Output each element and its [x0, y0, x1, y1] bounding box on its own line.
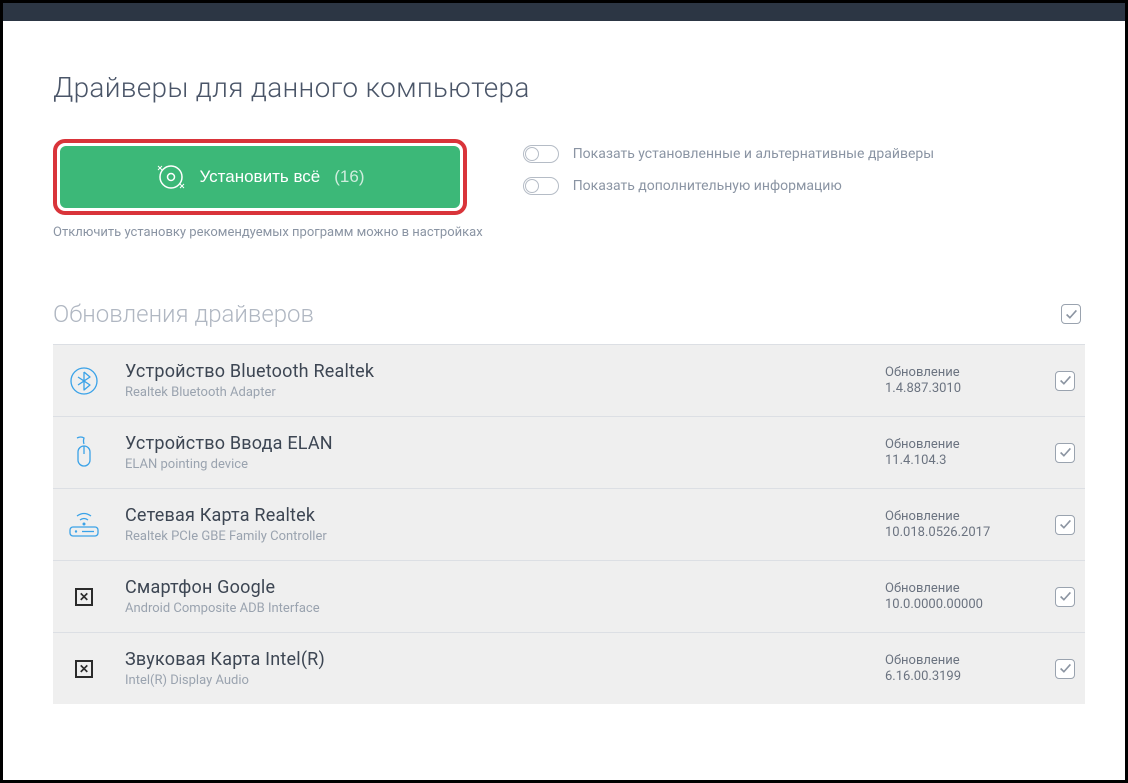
- select-all-checkbox[interactable]: [1061, 304, 1081, 324]
- driver-list: Устройство Bluetooth Realtek Realtek Blu…: [53, 344, 1085, 704]
- driver-checkbox[interactable]: [1055, 371, 1075, 391]
- toggles-group: Показать установленные и альтернативные …: [523, 139, 934, 195]
- update-label: Обновление: [885, 509, 1035, 524]
- window-top-bar: [3, 3, 1125, 21]
- driver-checkbox[interactable]: [1055, 515, 1075, 535]
- driver-update: Обновление 6.16.00.3199: [885, 653, 1035, 684]
- unknown-device-icon: ✕: [63, 660, 105, 678]
- driver-subtitle: Realtek Bluetooth Adapter: [125, 385, 865, 400]
- page-title: Драйверы для данного компьютера: [53, 71, 1085, 104]
- install-area: Установить всё (16) Отключить установку …: [53, 139, 483, 240]
- update-version: 6.16.00.3199: [885, 669, 1035, 684]
- toggle-label: Показать дополнительную информацию: [573, 178, 842, 194]
- section-title: Обновления драйверов: [53, 300, 314, 328]
- driver-row[interactable]: Устройство Ввода ELAN ELAN pointing devi…: [53, 416, 1085, 488]
- driver-title: Сетевая Карта Realtek: [125, 505, 865, 526]
- driver-info: Устройство Ввода ELAN ELAN pointing devi…: [125, 433, 865, 472]
- driver-info: Устройство Bluetooth Realtek Realtek Blu…: [125, 361, 865, 400]
- install-hint: Отключить установку рекомендуемых програ…: [53, 225, 483, 240]
- update-version: 10.018.0526.2017: [885, 525, 1035, 540]
- driver-checkbox[interactable]: [1055, 659, 1075, 679]
- driver-update: Обновление 11.4.104.3: [885, 437, 1035, 468]
- driver-update: Обновление 10.018.0526.2017: [885, 509, 1035, 540]
- update-version: 1.4.887.3010: [885, 381, 1035, 396]
- update-version: 11.4.104.3: [885, 453, 1035, 468]
- update-label: Обновление: [885, 653, 1035, 668]
- driver-title: Смартфон Google: [125, 577, 865, 598]
- mouse-icon: [63, 436, 105, 470]
- driver-info: Звуковая Карта Intel(R) Intel(R) Display…: [125, 649, 865, 688]
- install-all-button[interactable]: Установить всё (16): [60, 146, 460, 208]
- app-frame: Драйверы для данного компьютера: [0, 0, 1128, 783]
- driver-title: Устройство Bluetooth Realtek: [125, 361, 865, 382]
- driver-update: Обновление 1.4.887.3010: [885, 365, 1035, 396]
- toggle-show-installed[interactable]: [523, 145, 559, 163]
- driver-title: Звуковая Карта Intel(R): [125, 649, 865, 670]
- section-header: Обновления драйверов: [53, 300, 1085, 344]
- driver-subtitle: Android Composite ADB Interface: [125, 601, 865, 616]
- install-button-label: Установить всё: [200, 167, 321, 187]
- network-icon: [63, 511, 105, 539]
- toggle-row-alt-drivers: Показать установленные и альтернативные …: [523, 145, 934, 163]
- update-label: Обновление: [885, 581, 1035, 596]
- update-label: Обновление: [885, 365, 1035, 380]
- toggle-label: Показать установленные и альтернативные …: [573, 146, 934, 162]
- driver-checkbox[interactable]: [1055, 443, 1075, 463]
- driver-row[interactable]: ✕ Смартфон Google Android Composite ADB …: [53, 560, 1085, 632]
- driver-checkbox[interactable]: [1055, 587, 1075, 607]
- driver-subtitle: ELAN pointing device: [125, 457, 865, 472]
- toggle-row-extra-info: Показать дополнительную информацию: [523, 177, 934, 195]
- driver-subtitle: Intel(R) Display Audio: [125, 673, 865, 688]
- update-version: 10.0.0000.00000: [885, 597, 1035, 612]
- unknown-device-icon: ✕: [63, 588, 105, 606]
- update-label: Обновление: [885, 437, 1035, 452]
- driver-row[interactable]: Сетевая Карта Realtek Realtek PCIe GBE F…: [53, 488, 1085, 560]
- disc-icon: [156, 162, 186, 192]
- install-button-highlight: Установить всё (16): [53, 139, 467, 215]
- driver-info: Сетевая Карта Realtek Realtek PCIe GBE F…: [125, 505, 865, 544]
- driver-subtitle: Realtek PCIe GBE Family Controller: [125, 529, 865, 544]
- driver-row[interactable]: Устройство Bluetooth Realtek Realtek Blu…: [53, 344, 1085, 416]
- action-row: Установить всё (16) Отключить установку …: [53, 139, 1085, 240]
- driver-update: Обновление 10.0.0000.00000: [885, 581, 1035, 612]
- driver-row[interactable]: ✕ Звуковая Карта Intel(R) Intel(R) Displ…: [53, 632, 1085, 704]
- content: Драйверы для данного компьютера: [3, 21, 1125, 780]
- toggle-show-extra-info[interactable]: [523, 177, 559, 195]
- bluetooth-icon: [63, 366, 105, 396]
- driver-title: Устройство Ввода ELAN: [125, 433, 865, 454]
- install-button-count: (16): [334, 167, 364, 187]
- driver-info: Смартфон Google Android Composite ADB In…: [125, 577, 865, 616]
